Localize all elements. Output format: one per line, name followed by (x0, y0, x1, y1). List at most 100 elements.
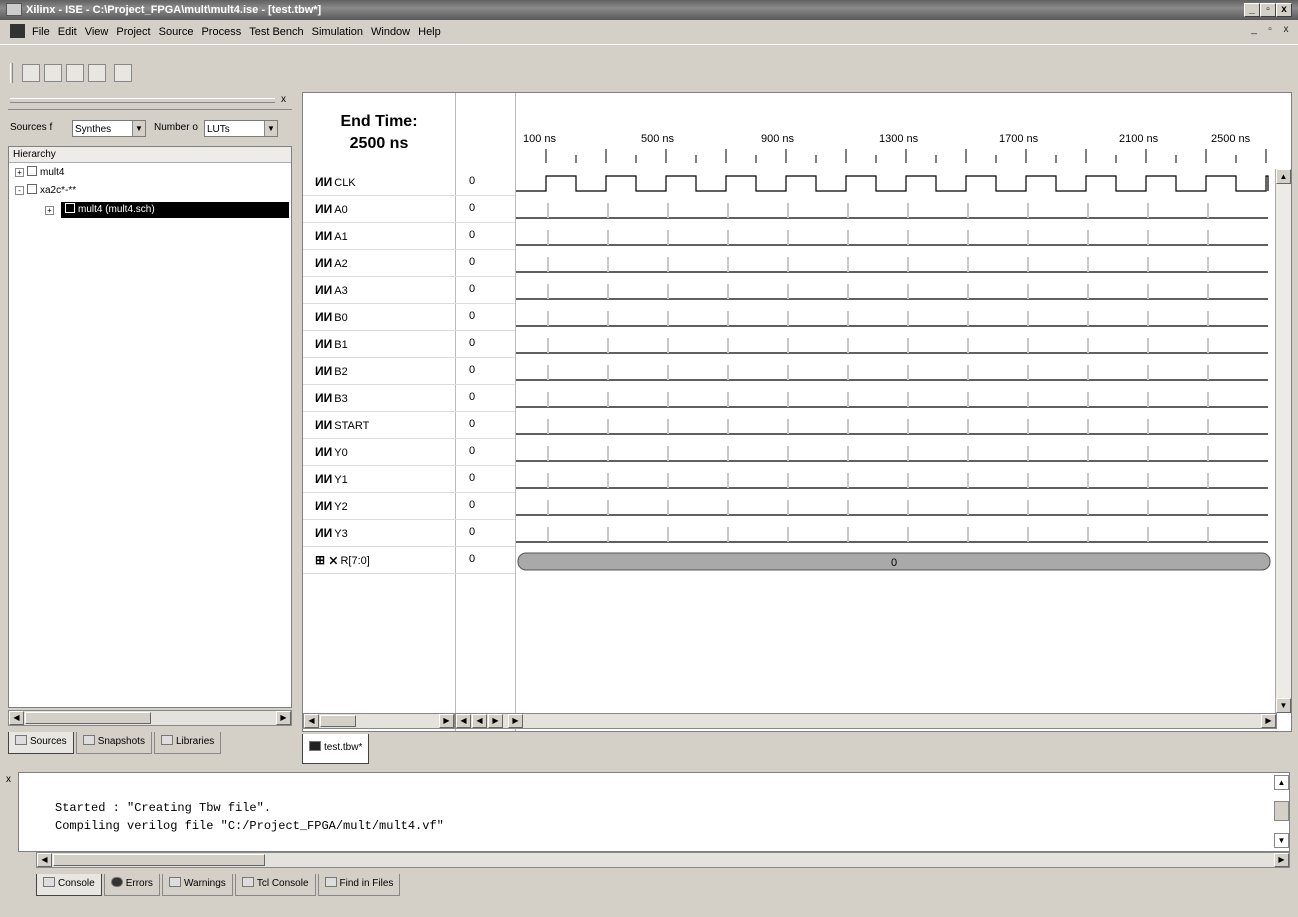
menu-process[interactable]: Process (197, 26, 245, 38)
signal-row[interactable]: ИИ Y2 0 (303, 493, 515, 520)
tab-sources[interactable]: Sources (8, 732, 74, 754)
signal-value[interactable]: 0 (469, 256, 475, 268)
scroll-right-icon[interactable]: ▶ (488, 714, 503, 728)
expand-icon[interactable]: + (45, 206, 54, 215)
tree-node-mult4[interactable]: + mult4 (15, 165, 64, 181)
signal-value[interactable]: 0 (469, 526, 475, 538)
tab-snapshots[interactable]: Snapshots (75, 732, 152, 754)
minimize-button[interactable]: _ (1244, 3, 1260, 17)
doc-close-button[interactable]: x (1278, 23, 1294, 37)
signal-value[interactable]: 0 (469, 337, 475, 349)
document-system-icon[interactable] (10, 24, 25, 38)
signal-value[interactable]: 0 (469, 283, 475, 295)
menu-test-bench[interactable]: Test Bench (245, 26, 307, 38)
signal-row[interactable]: ⊞ ⨯ R[7:0] 0 (303, 547, 515, 574)
scroll-thumb[interactable] (1274, 801, 1289, 821)
doc-minimize-button[interactable]: _ (1246, 23, 1262, 37)
chevron-down-icon[interactable]: ▼ (264, 121, 277, 136)
close-console-icon[interactable]: x (6, 774, 11, 785)
signal-row[interactable]: ИИ A3 0 (303, 277, 515, 304)
tab-errors[interactable]: Errors (103, 874, 160, 896)
scroll-thumb[interactable] (320, 715, 356, 727)
time-horizontal-scrollbar[interactable]: ◀ ◀ ▶ ▶ ▶ (455, 713, 1277, 729)
signal-value[interactable]: 0 (469, 202, 475, 214)
wizard-icon[interactable] (114, 64, 132, 82)
signal-value[interactable]: 0 (469, 175, 475, 187)
signal-value[interactable]: 0 (469, 391, 475, 403)
save-icon[interactable] (66, 64, 84, 82)
maximize-button[interactable]: ▫ (1260, 3, 1276, 17)
tab-console[interactable]: Console (36, 874, 102, 896)
scroll-right-icon[interactable]: ▶ (1261, 714, 1276, 728)
console-horizontal-scrollbar[interactable]: ◀ ▶ (36, 852, 1290, 868)
signal-row[interactable]: ИИ A2 0 (303, 250, 515, 277)
tab-tcl-console[interactable]: Tcl Console (234, 874, 316, 896)
signal-row[interactable]: ИИ B1 0 (303, 331, 515, 358)
scroll-up-icon[interactable]: ▲ (1274, 775, 1289, 790)
sources-horizontal-scrollbar[interactable]: ◀ ▶ (8, 710, 292, 726)
signal-value[interactable]: 0 (469, 364, 475, 376)
tab-libraries[interactable]: Libraries (153, 732, 222, 754)
scroll-up-icon[interactable]: ▲ (1276, 169, 1291, 184)
menu-simulation[interactable]: Simulation (308, 26, 367, 38)
tree-node-device[interactable]: - xa2c*-** (15, 183, 76, 199)
doc-restore-button[interactable]: ▫ (1262, 23, 1278, 37)
scroll-right-icon[interactable]: ▶ (1274, 853, 1289, 867)
signal-row[interactable]: ИИ Y3 0 (303, 520, 515, 547)
scroll-left-icon[interactable]: ◀ (9, 711, 24, 725)
tab-test-tbw[interactable]: test.tbw* (302, 734, 370, 764)
menu-source[interactable]: Source (155, 26, 198, 38)
expand-icon[interactable]: + (15, 168, 24, 177)
waveform-canvas[interactable]: 0 (516, 93, 1274, 713)
tree-node-mult4-sch-expander[interactable]: + (45, 203, 57, 219)
tree-node-mult4-sch[interactable]: mult4 (mult4.sch) (61, 202, 289, 218)
panel-drag-bar[interactable] (10, 98, 275, 103)
number-of-select[interactable]: LUTs ▼ (204, 120, 278, 137)
new-file-icon[interactable] (22, 64, 40, 82)
save-all-icon[interactable] (88, 64, 106, 82)
signal-value[interactable]: 0 (469, 553, 475, 565)
signal-row[interactable]: ИИ Y0 0 (303, 439, 515, 466)
names-horizontal-scrollbar[interactable]: ◀ ▶ (303, 713, 455, 729)
signal-row[interactable]: ИИ CLK 0 (303, 169, 515, 196)
signal-value[interactable]: 0 (469, 499, 475, 511)
scroll-left-icon[interactable]: ◀ (37, 853, 52, 867)
menu-help[interactable]: Help (414, 26, 445, 38)
menu-project[interactable]: Project (112, 26, 154, 38)
tab-find-in-files[interactable]: Find in Files (317, 874, 401, 896)
open-file-icon[interactable] (44, 64, 62, 82)
chevron-down-icon[interactable]: ▼ (132, 121, 145, 136)
scroll-down-icon[interactable]: ▼ (1276, 698, 1291, 713)
close-panel-icon[interactable]: x (277, 94, 290, 107)
collapse-icon[interactable]: - (15, 186, 24, 195)
menu-edit[interactable]: Edit (54, 26, 81, 38)
signal-row[interactable]: ИИ A1 0 (303, 223, 515, 250)
signal-value[interactable]: 0 (469, 310, 475, 322)
signal-row[interactable]: ИИ A0 0 (303, 196, 515, 223)
signal-row[interactable]: ИИ START 0 (303, 412, 515, 439)
scroll-thumb[interactable] (53, 854, 265, 866)
scroll-left-icon[interactable]: ◀ (456, 714, 471, 728)
scroll-right-icon[interactable]: ▶ (508, 714, 523, 728)
signal-row[interactable]: ИИ B0 0 (303, 304, 515, 331)
scroll-right-icon[interactable]: ▶ (276, 711, 291, 725)
signal-row[interactable]: ИИ Y1 0 (303, 466, 515, 493)
scroll-thumb[interactable] (25, 712, 151, 724)
scroll-left-icon[interactable]: ◀ (304, 714, 319, 728)
signal-value[interactable]: 0 (469, 418, 475, 430)
scroll-right-icon[interactable]: ▶ (439, 714, 454, 728)
waveform-vertical-scrollbar[interactable]: ▲ ▼ (1275, 169, 1291, 713)
toolbar-grip[interactable] (10, 63, 13, 83)
scroll-down-icon[interactable]: ▼ (1274, 833, 1289, 848)
scroll-left-icon[interactable]: ◀ (472, 714, 487, 728)
menu-view[interactable]: View (81, 26, 113, 38)
signal-value[interactable]: 0 (469, 229, 475, 241)
sources-for-select[interactable]: Synthes ▼ (72, 120, 146, 137)
signal-value[interactable]: 0 (469, 445, 475, 457)
menu-file[interactable]: File (28, 26, 54, 38)
signal-row[interactable]: ИИ B2 0 (303, 358, 515, 385)
signal-row[interactable]: ИИ B3 0 (303, 385, 515, 412)
menu-window[interactable]: Window (367, 26, 414, 38)
signal-value[interactable]: 0 (469, 472, 475, 484)
close-button[interactable]: x (1276, 3, 1292, 17)
